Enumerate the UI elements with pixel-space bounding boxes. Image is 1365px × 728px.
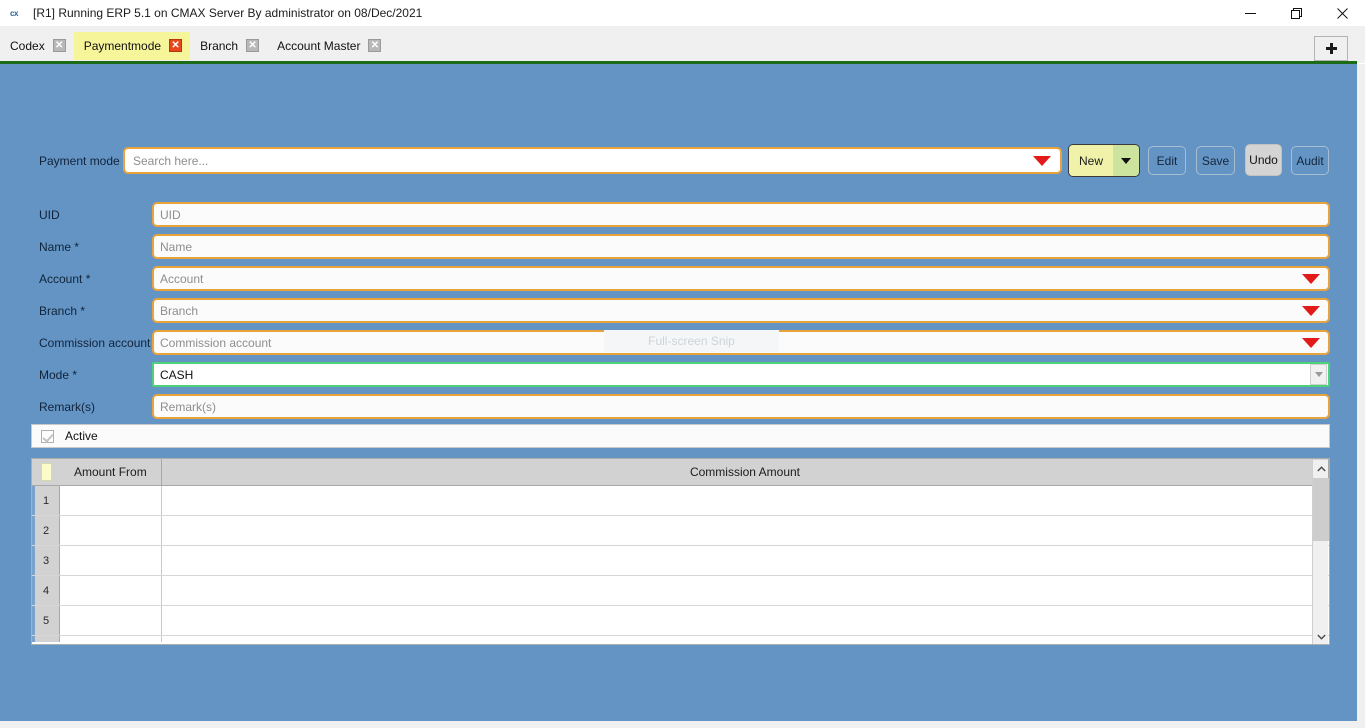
- cell-commission-amount[interactable]: [162, 576, 1329, 605]
- grid-vertical-scrollbar[interactable]: [1312, 460, 1329, 644]
- name-value: Name: [160, 239, 193, 254]
- chevron-down-icon[interactable]: [1313, 628, 1329, 644]
- dropdown-caret-icon[interactable]: [1302, 273, 1320, 284]
- tab-close-icon[interactable]: ✕: [246, 39, 260, 52]
- row-number: [32, 636, 60, 642]
- window-title-bar: cx [R1] Running ERP 5.1 on CMAX Server B…: [0, 0, 1365, 26]
- cell-commission-amount[interactable]: [162, 636, 1329, 642]
- cell-commission-amount[interactable]: [162, 606, 1329, 635]
- app-icon: cx: [10, 8, 18, 18]
- cell-amount-from[interactable]: [60, 606, 162, 635]
- active-row: Active: [31, 424, 1330, 448]
- row-number: 3: [32, 546, 60, 575]
- tab-close-icon[interactable]: ✕: [52, 39, 66, 52]
- cell-amount-from[interactable]: [60, 636, 162, 642]
- new-button-label[interactable]: New: [1069, 145, 1113, 176]
- cell-amount-from[interactable]: [60, 486, 162, 515]
- column-header-amount-from[interactable]: Amount From: [60, 459, 162, 485]
- account-field[interactable]: Account: [152, 266, 1330, 291]
- save-button[interactable]: Save: [1196, 146, 1235, 175]
- edit-button[interactable]: Edit: [1148, 146, 1186, 175]
- tab-label: Paymentmode: [83, 38, 162, 53]
- remarks-field[interactable]: Remark(s): [152, 394, 1330, 419]
- audit-button[interactable]: Audit: [1291, 146, 1329, 175]
- mode-value: CASH: [160, 367, 194, 382]
- restore-icon[interactable]: [1273, 0, 1319, 26]
- dropdown-caret-icon[interactable]: [1302, 337, 1320, 348]
- cell-commission-amount[interactable]: [162, 516, 1329, 545]
- new-button[interactable]: New: [1068, 144, 1140, 177]
- branch-field[interactable]: Branch: [152, 298, 1330, 323]
- uid-label: UID: [39, 208, 60, 222]
- active-checkbox[interactable]: [41, 429, 54, 443]
- account-value: Account: [160, 271, 204, 286]
- table-row[interactable]: 4: [32, 576, 1329, 606]
- branch-value: Branch: [160, 303, 199, 318]
- commission-account-label: Commission account: [39, 336, 151, 350]
- table-row[interactable]: 3: [32, 546, 1329, 576]
- cell-commission-amount[interactable]: [162, 486, 1329, 515]
- tab-codex[interactable]: Codex ✕: [0, 32, 74, 60]
- dropdown-caret-icon[interactable]: [1302, 305, 1320, 316]
- tab-paymentmode[interactable]: Paymentmode ✕: [73, 31, 191, 60]
- table-row[interactable]: 1: [32, 486, 1329, 516]
- cell-amount-from[interactable]: [60, 516, 162, 545]
- bottom-edge-strip: [0, 721, 1365, 728]
- name-field[interactable]: Name: [152, 234, 1330, 259]
- branch-label: Branch *: [39, 304, 86, 318]
- new-tab-button[interactable]: [1314, 36, 1348, 61]
- search-input[interactable]: [125, 152, 1033, 169]
- dropdown-caret-icon[interactable]: [1310, 364, 1327, 385]
- row-number: 1: [32, 486, 60, 515]
- window-controls: [1227, 0, 1365, 26]
- table-row[interactable]: 2: [32, 516, 1329, 546]
- uid-field[interactable]: UID: [152, 202, 1330, 227]
- dropdown-caret-icon[interactable]: [1033, 155, 1051, 166]
- tab-label: Branch: [200, 38, 239, 53]
- plus-icon: [1325, 43, 1337, 54]
- account-label: Account *: [39, 272, 91, 286]
- commission-grid: Amount From Commission Amount 1 2 3 4 5: [31, 458, 1330, 645]
- new-button-dropdown[interactable]: [1113, 145, 1139, 176]
- payment-mode-label: Payment mode: [39, 154, 120, 168]
- undo-button[interactable]: Undo: [1245, 144, 1282, 176]
- column-header-commission-amount[interactable]: Commission Amount: [162, 459, 1329, 485]
- close-icon[interactable]: [1319, 0, 1365, 26]
- commission-account-field[interactable]: Commission account: [152, 330, 1330, 355]
- row-number: 4: [32, 576, 60, 605]
- active-label: Active: [65, 429, 98, 443]
- cell-amount-from[interactable]: [60, 576, 162, 605]
- uid-value: UID: [160, 207, 181, 222]
- tab-strip: Codex ✕ Paymentmode ✕ Branch ✕ Account M…: [0, 26, 1365, 63]
- cell-amount-from[interactable]: [60, 546, 162, 575]
- table-row[interactable]: 5: [32, 606, 1329, 636]
- select-all-corner-icon[interactable]: [32, 459, 60, 485]
- right-edge-strip: [1357, 64, 1365, 721]
- name-label: Name *: [39, 240, 80, 254]
- minimize-icon[interactable]: [1227, 0, 1273, 26]
- tab-close-icon[interactable]: ✕: [368, 39, 382, 52]
- tab-label: Codex: [10, 38, 45, 53]
- scrollbar-thumb[interactable]: [1313, 478, 1329, 541]
- remarks-value: Remark(s): [160, 399, 216, 414]
- window-title: [R1] Running ERP 5.1 on CMAX Server By a…: [33, 6, 423, 20]
- table-row-partial[interactable]: [32, 636, 1329, 642]
- remarks-label: Remark(s): [39, 400, 95, 414]
- tab-close-icon[interactable]: ✕: [169, 39, 183, 52]
- grid-header-row: Amount From Commission Amount: [32, 459, 1329, 486]
- row-number: 2: [32, 516, 60, 545]
- mode-label: Mode *: [39, 368, 78, 382]
- caret-down-icon: [1121, 157, 1131, 164]
- tab-account-master[interactable]: Account Master ✕: [267, 32, 389, 60]
- payment-mode-search-box[interactable]: [123, 147, 1062, 174]
- chevron-up-icon[interactable]: [1313, 460, 1329, 477]
- cell-commission-amount[interactable]: [162, 546, 1329, 575]
- mode-select[interactable]: CASH: [152, 362, 1330, 387]
- commission-account-value: Commission account: [160, 335, 272, 350]
- row-number: 5: [32, 606, 60, 635]
- tab-branch[interactable]: Branch ✕: [190, 32, 267, 60]
- tab-label: Account Master: [277, 38, 361, 53]
